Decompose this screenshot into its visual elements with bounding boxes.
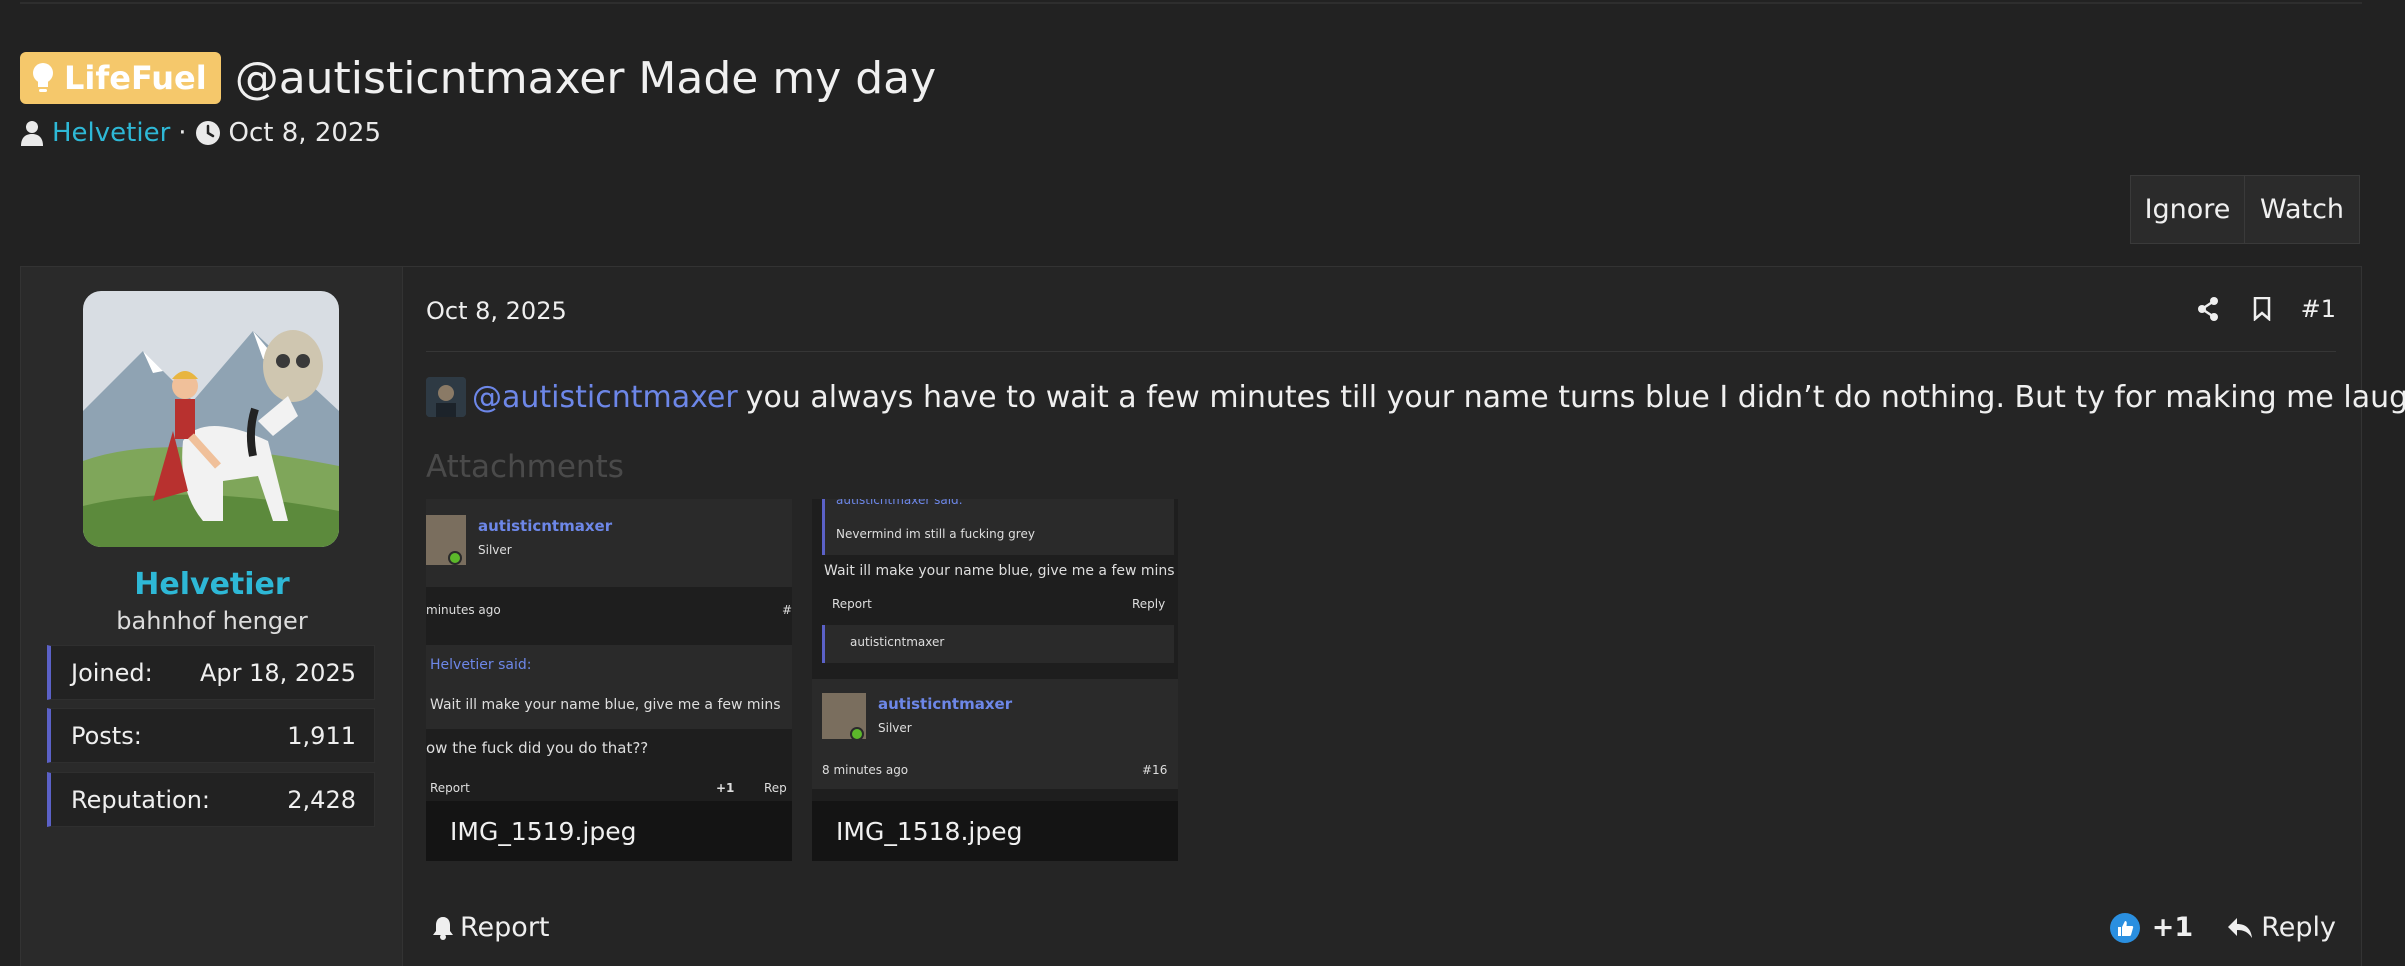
post-footer-actions: +1 Reply bbox=[2109, 912, 2336, 943]
post-message: @autisticntmaxer you always have to wait… bbox=[426, 377, 2405, 417]
stat-posts: Posts: 1,911 bbox=[47, 708, 375, 763]
shot-quote: Nevermind im still a fucking grey bbox=[836, 527, 1035, 541]
shot-reply-btn: Rep bbox=[764, 781, 787, 795]
stat-label: Posts: bbox=[71, 721, 142, 750]
attachments-label: Attachments bbox=[426, 449, 624, 485]
lightbulb-icon bbox=[33, 63, 53, 92]
shot-report: Report bbox=[430, 781, 470, 795]
bell-icon bbox=[433, 916, 453, 940]
meta-separator: · bbox=[178, 118, 187, 148]
share-icon[interactable] bbox=[2197, 297, 2219, 321]
watch-button[interactable]: Watch bbox=[2245, 176, 2359, 243]
prefix-label: LifeFuel bbox=[64, 59, 207, 97]
post-user-column: Helvetier bahnhof henger Joined: Apr 18,… bbox=[21, 267, 403, 966]
attachment-filename: IMG_1518.jpeg bbox=[836, 816, 1023, 846]
stat-label: Joined: bbox=[71, 658, 153, 687]
post-container: Helvetier bahnhof henger Joined: Apr 18,… bbox=[20, 266, 2405, 966]
post-footer: Report +1 Reply bbox=[426, 912, 2336, 952]
stat-label: Reputation: bbox=[71, 785, 210, 814]
user-title: bahnhof henger bbox=[116, 607, 308, 635]
shot-rank: Silver bbox=[878, 721, 912, 735]
attachment-caption: IMG_1519.jpeg bbox=[426, 801, 792, 861]
reply-label: Reply bbox=[2261, 912, 2336, 943]
mention-avatar bbox=[426, 377, 466, 417]
shot-username: autisticntmaxer bbox=[878, 695, 1013, 713]
shot-said: autisticntmaxer said: bbox=[836, 499, 963, 507]
attachment-filename: IMG_1519.jpeg bbox=[450, 816, 637, 846]
post-date[interactable]: Oct 8, 2025 bbox=[426, 297, 567, 325]
shot-num: # bbox=[782, 603, 792, 617]
thread-action-buttons: Ignore Watch bbox=[2130, 175, 2360, 244]
post-actions: #1 bbox=[2163, 295, 2336, 323]
shot-reactor: autisticntmaxer bbox=[850, 635, 945, 649]
stat-value: Apr 18, 2025 bbox=[199, 658, 356, 687]
like-reaction-icon[interactable] bbox=[2109, 912, 2140, 943]
attachment-caption: IMG_1518.jpeg bbox=[812, 801, 1178, 861]
reaction-count[interactable]: +1 bbox=[2152, 912, 2193, 943]
message-text: you always have to wait a few minutes ti… bbox=[745, 379, 2405, 415]
thread-title: @autisticntmaxer Made my day bbox=[234, 52, 937, 104]
shot-like: +1 bbox=[716, 781, 735, 795]
shot-num: #16 bbox=[1142, 763, 1168, 777]
thread-date[interactable]: Oct 8, 2025 bbox=[229, 118, 381, 148]
shot-reply-btn: Reply bbox=[1132, 597, 1166, 611]
reply-button[interactable]: Reply bbox=[2227, 912, 2336, 943]
bookmark-icon[interactable] bbox=[2253, 297, 2271, 321]
thread-author-link[interactable]: Helvetier bbox=[52, 118, 170, 148]
top-divider bbox=[20, 0, 2362, 4]
stat-joined: Joined: Apr 18, 2025 bbox=[47, 645, 375, 700]
shot-username: autisticntmaxer bbox=[478, 517, 613, 535]
shot-time: minutes ago bbox=[426, 603, 501, 617]
shot-rank: Silver bbox=[478, 543, 512, 557]
thread-prefix-badge[interactable]: LifeFuel bbox=[20, 52, 221, 104]
post-content: Oct 8, 2025 #1 @autisticntmaxer you alwa… bbox=[426, 267, 2405, 966]
avatar[interactable] bbox=[83, 291, 339, 547]
stat-reputation: Reputation: 2,428 bbox=[47, 772, 375, 827]
ignore-button[interactable]: Ignore bbox=[2131, 176, 2245, 243]
stat-value: 1,911 bbox=[287, 721, 356, 750]
clock-icon bbox=[195, 121, 220, 145]
shot-reply-text: ow the fuck did you do that?? bbox=[426, 739, 649, 757]
report-label: Report bbox=[460, 912, 550, 943]
stat-value: 2,428 bbox=[287, 785, 356, 814]
shot-time: 8 minutes ago bbox=[822, 763, 909, 777]
attachment-thumbnail[interactable]: autisticntmaxer Silver minutes ago # Hel… bbox=[426, 499, 792, 861]
shot-quote-author: Helvetier said: bbox=[430, 657, 532, 673]
post-username[interactable]: Helvetier bbox=[21, 567, 403, 602]
reply-icon bbox=[2228, 917, 2253, 938]
post-number-link[interactable]: #1 bbox=[2301, 295, 2336, 323]
thread-title-row: LifeFuel @autisticntmaxer Made my day bbox=[20, 52, 936, 104]
shot-quote: Wait ill make your name blue, give me a … bbox=[430, 697, 781, 713]
post-divider bbox=[426, 351, 2336, 352]
shot-report: Report bbox=[832, 597, 872, 611]
user-icon bbox=[21, 121, 43, 146]
report-button[interactable]: Report bbox=[432, 912, 550, 943]
shot-text: Wait ill make your name blue, give me a … bbox=[824, 563, 1175, 579]
user-mention-link[interactable]: @autisticntmaxer bbox=[472, 380, 738, 415]
attachment-thumbnail[interactable]: autisticntmaxer said: Nevermind im still… bbox=[812, 499, 1178, 861]
thread-meta: Helvetier · Oct 8, 2025 bbox=[20, 118, 381, 148]
